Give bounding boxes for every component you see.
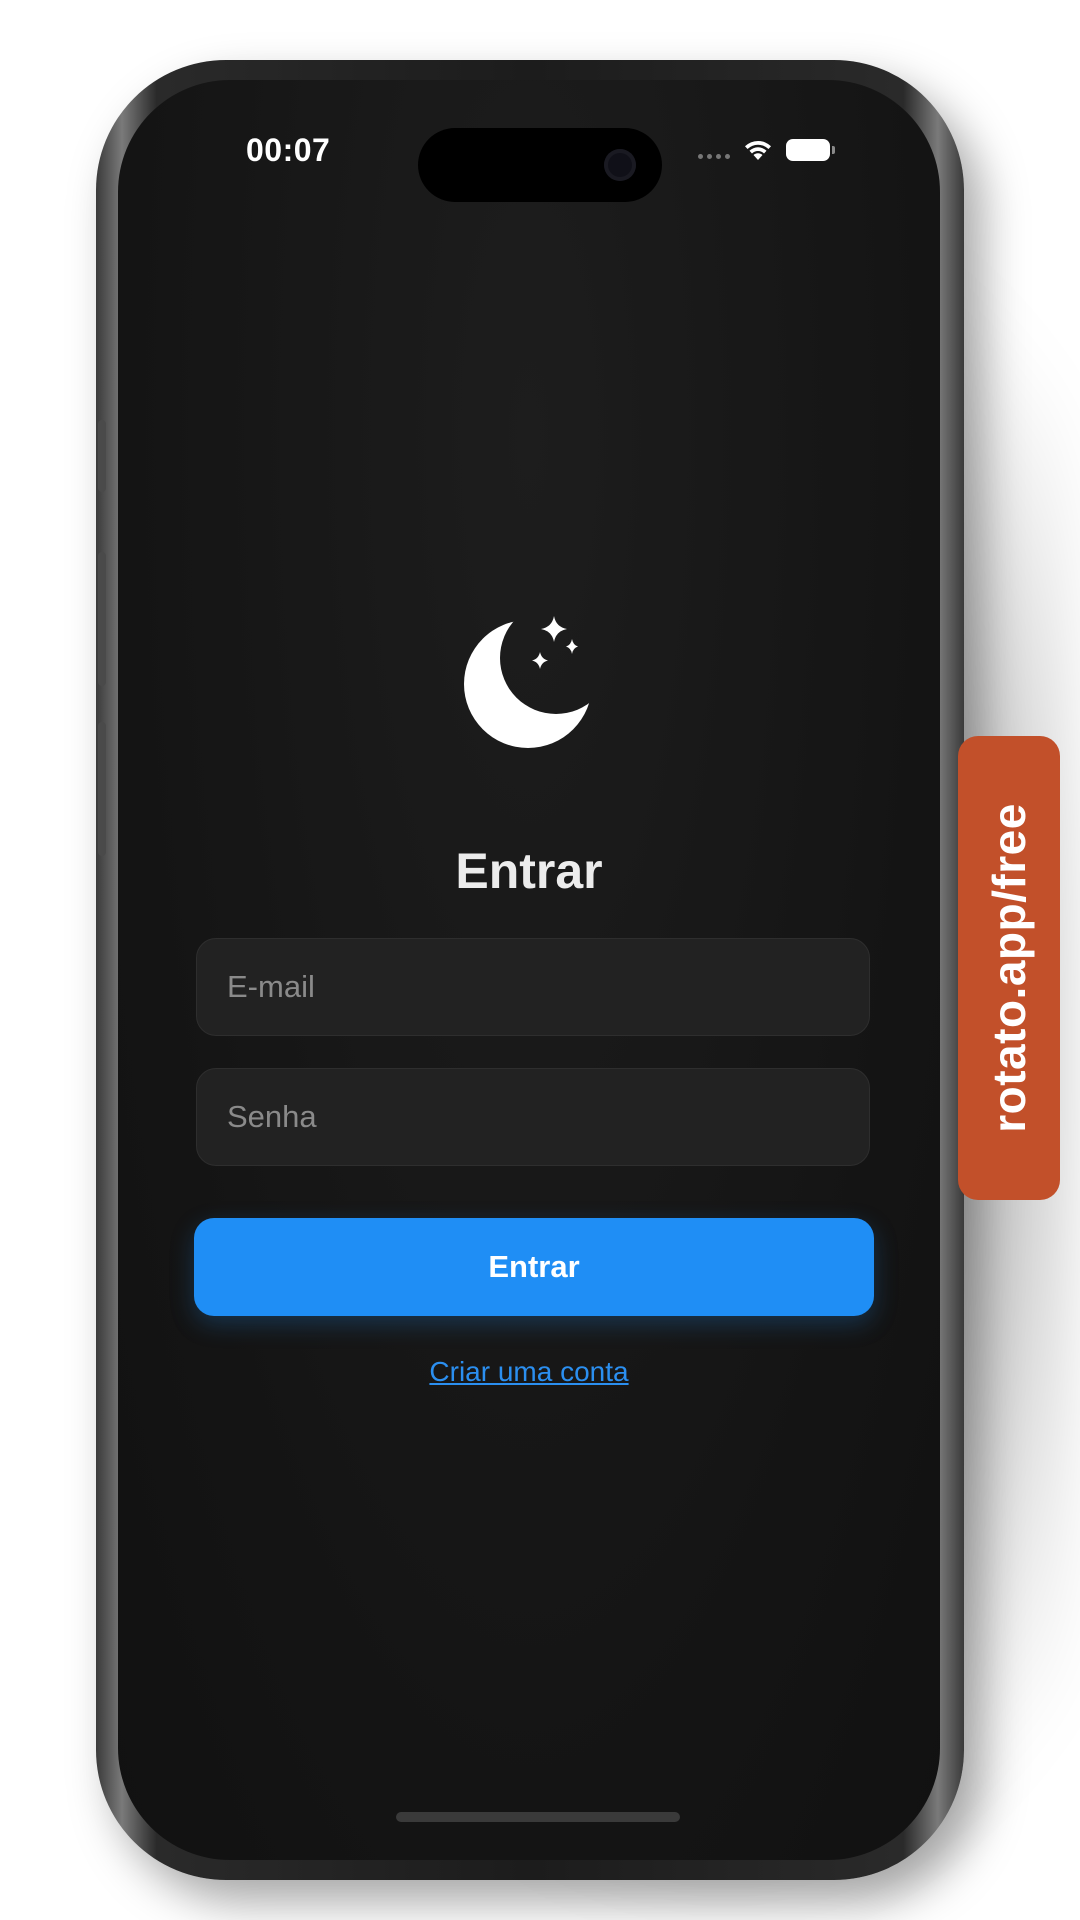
battery-icon (786, 139, 835, 161)
signal-dots-icon (698, 153, 730, 159)
volume-down-button (98, 722, 106, 856)
password-field[interactable] (196, 1068, 870, 1166)
moon-stars-icon (462, 610, 602, 750)
login-button[interactable]: Entrar (194, 1218, 874, 1316)
signup-link-container: Criar uma conta (118, 1356, 940, 1388)
rotato-watermark: rotato.app/free (958, 736, 1060, 1200)
status-icons (698, 138, 835, 162)
home-indicator[interactable] (396, 1812, 680, 1822)
password-input[interactable] (197, 1069, 869, 1165)
page-title: Entrar (455, 843, 603, 899)
watermark-text: rotato.app/free (983, 803, 1036, 1133)
wifi-icon (742, 138, 774, 162)
email-input[interactable] (197, 939, 869, 1035)
dynamic-island (418, 128, 662, 202)
volume-up-button (98, 552, 106, 686)
create-account-link[interactable]: Criar uma conta (429, 1356, 628, 1387)
screen: 00:07 Entrar E-mail Entrar Criar uma con… (118, 80, 940, 1860)
email-field[interactable] (196, 938, 870, 1036)
camera-icon (604, 149, 636, 181)
action-button (98, 420, 106, 492)
stage: 00:07 Entrar E-mail Entrar Criar uma con… (0, 0, 1080, 1920)
status-time: 00:07 (246, 132, 331, 168)
